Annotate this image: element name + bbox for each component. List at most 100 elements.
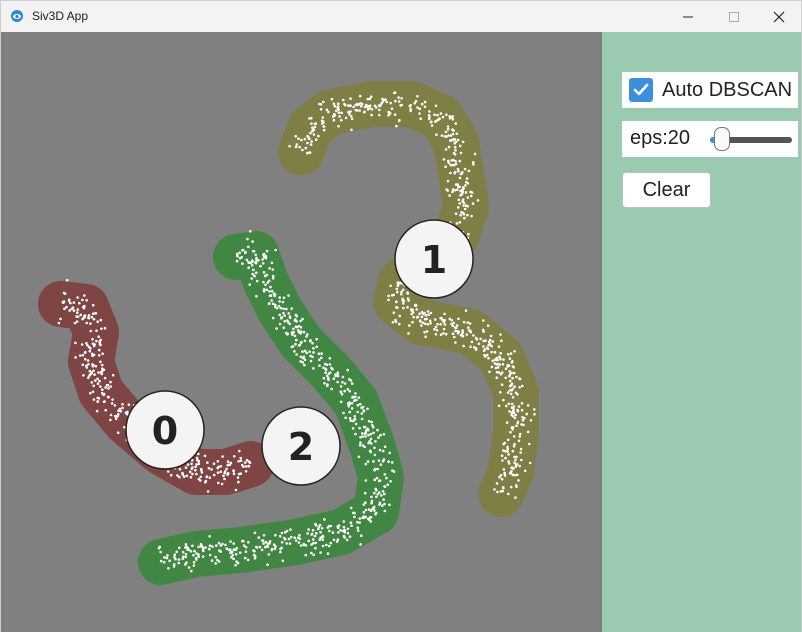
title-bar[interactable]: Siv3D App: [1, 1, 801, 32]
data-point: [203, 454, 207, 458]
data-point: [302, 355, 306, 359]
dbscan-canvas[interactable]: 0 1 2: [1, 32, 602, 632]
cluster-0-badge: 0: [125, 390, 205, 470]
data-point: [349, 110, 352, 113]
minimize-button[interactable]: [665, 1, 711, 32]
data-point: [323, 518, 326, 521]
data-point: [358, 109, 362, 112]
data-point: [90, 371, 93, 374]
data-point: [116, 431, 120, 435]
data-point: [507, 364, 511, 368]
data-point: [321, 116, 325, 119]
data-point: [244, 546, 248, 549]
data-point: [470, 191, 474, 194]
data-point: [230, 550, 234, 554]
data-point: [406, 292, 410, 295]
eps-slider-thumb[interactable]: [713, 127, 730, 151]
data-point: [512, 366, 515, 369]
data-point: [408, 324, 411, 327]
clear-button[interactable]: Clear: [622, 172, 711, 208]
data-point: [255, 256, 258, 260]
data-point: [301, 148, 304, 152]
data-point: [269, 285, 272, 289]
data-point: [251, 272, 255, 276]
data-point: [414, 99, 418, 103]
data-point: [435, 329, 439, 332]
data-point: [288, 144, 291, 148]
data-point: [287, 537, 291, 541]
data-point: [325, 543, 328, 547]
data-point: [285, 307, 288, 311]
data-point: [185, 561, 188, 564]
close-button[interactable]: [756, 1, 802, 32]
data-point: [278, 535, 282, 538]
data-point: [72, 301, 76, 304]
data-point: [372, 460, 375, 463]
cluster-plot[interactable]: 0 1 2: [1, 32, 602, 632]
data-point: [262, 542, 265, 545]
data-point: [339, 529, 342, 532]
data-point: [293, 318, 297, 321]
data-point: [374, 440, 377, 443]
data-point: [515, 473, 519, 477]
data-point: [255, 279, 259, 283]
maximize-button[interactable]: [711, 1, 757, 32]
data-point: [99, 385, 102, 388]
data-point: [499, 391, 502, 394]
data-point: [91, 303, 95, 307]
data-point: [368, 449, 372, 453]
data-point: [464, 309, 468, 312]
checkbox-checked[interactable]: [629, 78, 653, 102]
data-point: [80, 343, 84, 346]
data-point: [270, 299, 274, 302]
data-point: [182, 475, 186, 478]
data-point: [326, 526, 330, 529]
data-point: [454, 341, 457, 344]
data-point: [319, 103, 323, 106]
data-point: [255, 546, 259, 549]
data-point: [78, 301, 81, 305]
data-point: [509, 392, 513, 396]
data-point: [88, 374, 91, 377]
data-point: [424, 314, 428, 317]
data-point: [204, 546, 207, 549]
siv3d-app-icon: [11, 10, 23, 22]
data-point: [110, 402, 114, 405]
data-point: [516, 410, 520, 413]
data-point: [465, 333, 469, 336]
data-point: [500, 383, 504, 387]
data-point: [157, 546, 161, 550]
data-point: [380, 494, 383, 497]
data-point: [92, 384, 95, 388]
data-point: [453, 189, 457, 192]
data-point: [217, 481, 220, 485]
data-point: [274, 545, 277, 548]
data-point: [327, 110, 330, 114]
data-point: [352, 105, 355, 109]
data-point: [101, 367, 104, 371]
data-point: [181, 550, 185, 554]
data-point: [238, 551, 242, 554]
data-point: [465, 180, 468, 184]
data-point: [113, 404, 117, 407]
data-point: [462, 201, 466, 205]
data-point: [177, 558, 181, 561]
data-point: [356, 526, 360, 529]
data-point: [295, 325, 299, 329]
data-point: [217, 541, 221, 545]
data-point: [360, 406, 363, 410]
data-point: [186, 548, 189, 551]
data-point: [451, 332, 455, 336]
data-point: [89, 391, 92, 395]
auto-dbscan-checkbox[interactable]: Auto DBSCAN: [622, 72, 798, 108]
data-point: [232, 472, 236, 476]
data-point: [357, 396, 361, 399]
data-point: [501, 363, 505, 366]
data-point: [280, 546, 284, 550]
data-point: [328, 529, 331, 533]
data-point: [382, 98, 385, 102]
data-point: [205, 475, 208, 479]
data-point: [506, 445, 509, 449]
data-point: [319, 551, 322, 554]
data-point: [294, 134, 298, 138]
